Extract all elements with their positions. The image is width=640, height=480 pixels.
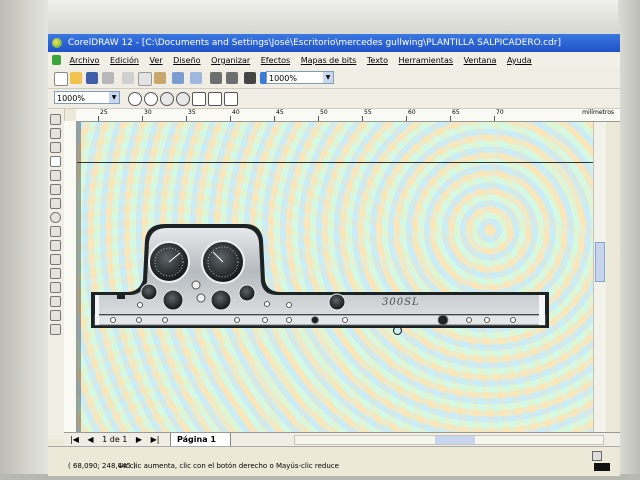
menu-ver[interactable]: Ver <box>146 52 167 69</box>
monitor-bezel-top <box>0 0 640 34</box>
zoom-combo[interactable]: 1000% ▼ <box>54 91 120 104</box>
screen: CorelDRAW 12 - [C:\Documents and Setting… <box>48 34 620 476</box>
freehand-tool-icon[interactable] <box>50 170 61 181</box>
save-icon[interactable] <box>86 72 98 84</box>
standard-toolbar: 1000% ▼ <box>48 69 620 89</box>
window-title: CorelDRAW 12 - [C:\Documents and Setting… <box>67 38 562 48</box>
application-launcher-icon[interactable] <box>244 72 256 84</box>
shape-tool-icon[interactable] <box>50 128 61 139</box>
menu-diseno[interactable]: Diseño <box>169 52 204 69</box>
document-navigator: |◀ ◀ 1 de 1 ▶ ▶| Página 1 <box>64 432 620 447</box>
status-hint: Un clic aumenta, clic con el botón derec… <box>118 462 339 470</box>
menu-edicion[interactable]: Edición <box>106 52 143 69</box>
interactive-fill-tool-icon[interactable] <box>50 324 61 335</box>
menu-bar: Archivo Edición Ver Diseño Organizar Efe… <box>48 52 620 69</box>
title-bar[interactable]: CorelDRAW 12 - [C:\Documents and Setting… <box>48 34 620 52</box>
first-page-icon[interactable]: |◀ <box>70 433 79 447</box>
horizontal-scrollbar[interactable] <box>294 435 604 445</box>
menu-mapas-de-bits[interactable]: Mapas de bits <box>297 52 361 69</box>
horizontal-ruler[interactable]: 25 30 35 40 45 50 55 60 65 70 milímetros <box>76 109 620 122</box>
zoom-height-icon[interactable] <box>224 92 238 106</box>
zoom-in-icon[interactable] <box>128 92 142 106</box>
menu-efectos[interactable]: Efectos <box>257 52 294 69</box>
monitor-bezel-right <box>618 0 640 480</box>
menu-ventana[interactable]: Ventana <box>460 52 501 69</box>
new-icon[interactable] <box>54 72 68 86</box>
ruler-tick-label: 25 <box>100 109 108 116</box>
zoom-all-icon[interactable] <box>176 92 190 106</box>
ruler-tick-label: 45 <box>276 109 284 116</box>
document-icon[interactable] <box>52 55 61 65</box>
ruler-tick-label: 30 <box>144 109 152 116</box>
rectangle-tool-icon[interactable] <box>50 198 61 209</box>
export-icon[interactable] <box>226 72 238 84</box>
zoom-selected-icon[interactable] <box>160 92 174 106</box>
polygon-tool-icon[interactable] <box>50 226 61 237</box>
eyedropper-tool-icon[interactable] <box>50 282 61 293</box>
zoom-cursor-icon <box>393 326 402 335</box>
ruler-tick-label: 55 <box>364 109 372 116</box>
previous-page-icon[interactable]: ◀ <box>87 433 93 447</box>
zoom-page-icon[interactable] <box>192 92 206 106</box>
fill-outline-indicator[interactable] <box>590 449 612 473</box>
ruler-tick-label: 60 <box>408 109 416 116</box>
zoom-level-combo[interactable]: 1000% ▼ <box>266 71 334 84</box>
redo-icon[interactable] <box>190 72 202 84</box>
print-icon[interactable] <box>102 72 114 84</box>
vertical-scrollbar[interactable] <box>593 122 606 432</box>
menu-herramientas[interactable]: Herramientas <box>395 52 458 69</box>
zoom-width-icon[interactable] <box>208 92 222 106</box>
open-icon[interactable] <box>70 72 82 84</box>
last-page-icon[interactable]: ▶| <box>151 433 160 447</box>
ruler-tick-label: 35 <box>188 109 196 116</box>
coreldraw-icon <box>52 38 62 48</box>
menu-organizar[interactable]: Organizar <box>207 52 254 69</box>
ruler-tick-label: 65 <box>452 109 460 116</box>
horizontal-scroll-thumb[interactable] <box>435 436 475 444</box>
ellipse-tool-icon[interactable] <box>50 212 61 223</box>
status-bar: ( 68,090; 248,445 ) Un clic aumenta, cli… <box>48 446 620 476</box>
menu-ayuda[interactable]: Ayuda <box>503 52 536 69</box>
smart-fill-tool-icon[interactable] <box>50 184 61 195</box>
pick-tool-icon[interactable] <box>50 114 61 125</box>
interactive-blend-tool-icon[interactable] <box>50 268 61 279</box>
fill-tool-icon[interactable] <box>50 310 61 321</box>
dashboard-badge: 300SL <box>382 297 420 308</box>
toolbox <box>48 109 65 439</box>
vertical-ruler[interactable] <box>64 121 77 433</box>
chevron-down-icon[interactable]: ▼ <box>323 72 333 83</box>
zoom-toolbar: 1000% ▼ <box>48 89 620 109</box>
basic-shapes-tool-icon[interactable] <box>50 240 61 251</box>
cut-icon[interactable] <box>122 72 134 84</box>
zoom-out-icon[interactable] <box>144 92 158 106</box>
ruler-tick-label: 50 <box>320 109 328 116</box>
ruler-units: milímetros <box>582 109 614 116</box>
outline-tool-icon[interactable] <box>50 296 61 307</box>
menu-archivo[interactable]: Archivo <box>66 52 104 69</box>
import-icon[interactable] <box>210 72 222 84</box>
zoom-level-value: 1000% <box>269 74 297 83</box>
paste-icon[interactable] <box>154 72 166 84</box>
zoom-value: 1000% <box>57 94 85 103</box>
ruler-tick-label: 40 <box>232 109 240 116</box>
monitor-bezel-left <box>0 0 48 480</box>
text-tool-icon[interactable] <box>50 254 61 265</box>
zoom-tool-icon[interactable] <box>50 156 61 167</box>
ruler-tick-label: 70 <box>496 109 504 116</box>
dashboard-drawing[interactable] <box>77 122 593 432</box>
outline-icon <box>594 463 610 471</box>
undo-icon[interactable] <box>172 72 184 84</box>
copy-icon[interactable] <box>138 72 152 86</box>
drawing-canvas[interactable]: 300SL <box>77 122 593 432</box>
crop-tool-icon[interactable] <box>50 142 61 153</box>
fill-icon <box>592 451 602 461</box>
page-count: 1 de 1 <box>102 435 128 444</box>
vertical-scroll-thumb[interactable] <box>595 242 605 282</box>
page-tab[interactable]: Página 1 <box>170 433 231 447</box>
chevron-down-icon[interactable]: ▼ <box>109 92 119 103</box>
next-page-icon[interactable]: ▶ <box>136 433 142 447</box>
menu-texto[interactable]: Texto <box>363 52 392 69</box>
